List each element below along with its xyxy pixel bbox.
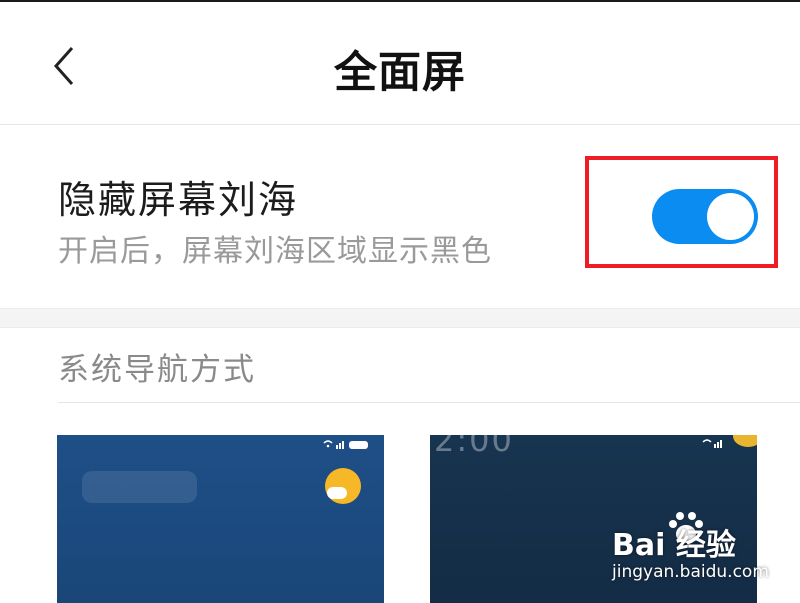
blurred-widget bbox=[82, 471, 197, 503]
page-title: 全面屏 bbox=[334, 48, 466, 98]
watermark-url: jingyan.baidu.com bbox=[612, 562, 769, 582]
baidu-jingyan-watermark: Bai 经验 jingyan.baidu.com bbox=[612, 512, 792, 588]
wifi-signal-battery-icon bbox=[323, 440, 368, 449]
app-header: 全面屏 bbox=[0, 2, 800, 125]
status-icons bbox=[322, 438, 372, 453]
nav-option-buttons-preview[interactable] bbox=[57, 435, 384, 603]
watermark-brand: Bai 经验 bbox=[612, 528, 736, 563]
weather-cloud-icon bbox=[327, 487, 347, 499]
section-title: 系统导航方式 bbox=[58, 352, 256, 388]
weather-sun-icon bbox=[733, 435, 757, 447]
status-icons bbox=[701, 437, 725, 452]
setting-title: 隐藏屏幕刘海 bbox=[58, 178, 299, 222]
divider bbox=[58, 402, 800, 403]
setting-subtitle: 开启后，屏幕刘海区域显示黑色 bbox=[58, 234, 492, 269]
highlight-annotation-box bbox=[585, 156, 778, 268]
wifi-signal-icon bbox=[702, 439, 722, 448]
lockscreen-clock-graphic: 2:00 bbox=[434, 435, 514, 459]
section-separator bbox=[0, 308, 800, 328]
